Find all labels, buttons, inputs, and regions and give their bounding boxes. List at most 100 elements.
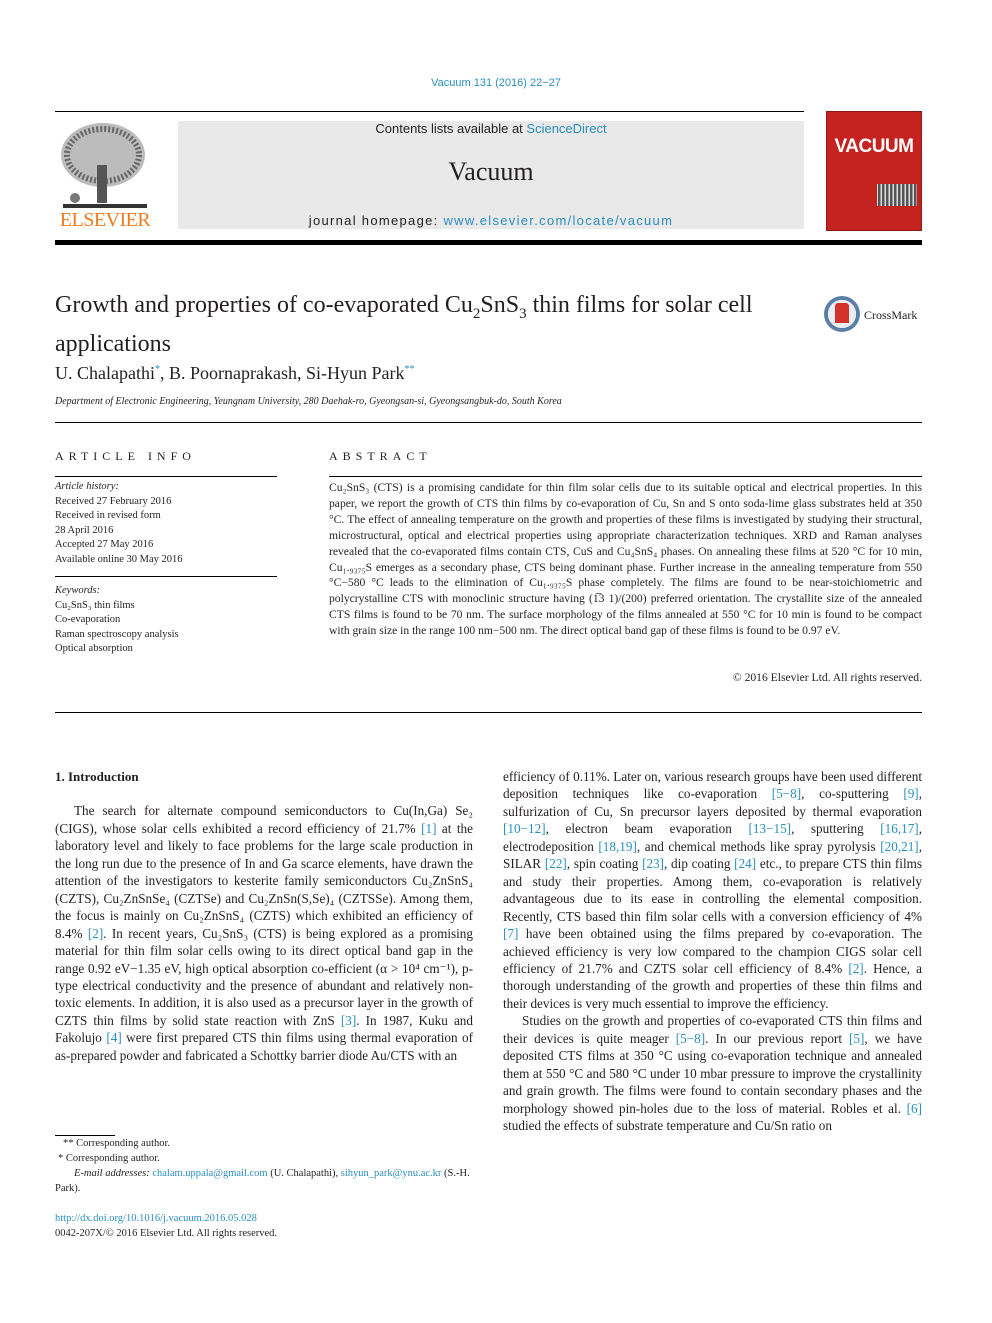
citation-link[interactable]: [16,17] xyxy=(880,821,918,836)
tree-logo-icon xyxy=(61,123,147,208)
elsevier-logo: ELSEVIER xyxy=(55,120,155,232)
body-text: , dip coating xyxy=(664,856,735,872)
keywords: Keywords: Cu₂SnS₃ thin films Co-evaporat… xyxy=(55,584,277,657)
history-item: Received 27 February 2016 xyxy=(55,495,172,507)
contents-prefix: Contents lists available at xyxy=(375,121,527,136)
header-rule xyxy=(55,111,804,112)
footnote: * Corresponding author. xyxy=(58,1153,160,1164)
title-subscript: 3 xyxy=(519,305,527,322)
crossmark-button[interactable]: CrossMark xyxy=(824,296,924,334)
history-label: Article history: xyxy=(55,481,119,492)
citation-link[interactable]: [22] xyxy=(545,856,567,871)
citation-link[interactable]: [3] xyxy=(341,1013,356,1028)
citation-link[interactable]: [5] xyxy=(849,1031,864,1046)
citation-link[interactable]: [13−15] xyxy=(748,821,791,836)
body-text: at the laboratory level and likely to fa… xyxy=(55,820,473,941)
citation-link[interactable]: [24] xyxy=(734,856,756,871)
title-text: SnS xyxy=(480,292,520,318)
divider xyxy=(329,476,922,477)
email-link[interactable]: chalam.uppala@gmail.com xyxy=(152,1168,267,1179)
citation-link[interactable]: [18,19] xyxy=(598,839,636,854)
email-footnote: E-mail addresses: chalam.uppala@gmail.co… xyxy=(55,1166,475,1196)
citation-link[interactable]: [2] xyxy=(848,961,863,976)
homepage-line: journal homepage: www.elsevier.com/locat… xyxy=(178,213,804,228)
body-text: . In our previous report xyxy=(705,1030,850,1046)
citation-link[interactable]: [1] xyxy=(421,821,436,836)
footnote: ** Corresponding author. xyxy=(63,1138,171,1149)
journal-citation-link[interactable]: Vacuum 131 (2016) 22−27 xyxy=(0,77,992,89)
email-label: E-mail addresses: xyxy=(74,1168,153,1179)
section-heading: 1. Introduction xyxy=(55,769,139,784)
citation-link[interactable]: [10−12] xyxy=(503,821,546,836)
keywords-label: Keywords: xyxy=(55,585,101,596)
email-owner: (U. Chalapathi), xyxy=(267,1168,341,1179)
article-title: Growth and properties of co-evaporated C… xyxy=(55,290,805,359)
divider xyxy=(55,576,277,577)
citation-link[interactable]: [6] xyxy=(907,1101,922,1116)
homepage-link[interactable]: www.elsevier.com/locate/vacuum xyxy=(443,213,673,228)
abstract-heading: ABSTRACT xyxy=(329,449,432,463)
author-name: Si-Hyun Park xyxy=(305,363,405,383)
doi-link[interactable]: http://dx.doi.org/10.1016/j.vacuum.2016.… xyxy=(55,1211,475,1226)
author-separator: , xyxy=(159,363,169,383)
citation-link[interactable]: [2] xyxy=(88,926,103,941)
body-text: studied the effects of substrate tempera… xyxy=(503,1118,832,1134)
body-column-right: efficiency of 0.11%. Later on, various r… xyxy=(503,768,922,1135)
sciencedirect-link[interactable]: ScienceDirect xyxy=(526,121,606,136)
publisher-name: ELSEVIER xyxy=(59,209,151,231)
history-item: Available online 30 May 2016 xyxy=(55,553,183,565)
crossmark-label: CrossMark xyxy=(864,308,918,322)
body-text: , and chemical methods like spray pyroly… xyxy=(636,838,881,854)
citation-link[interactable]: [5−8] xyxy=(676,1031,705,1046)
cover-title: VACUUM xyxy=(834,136,914,157)
keyword-item: Co-evaporation xyxy=(55,614,121,625)
body-text: The search for alternate compound semico… xyxy=(55,803,473,836)
history-item: 28 April 2016 xyxy=(55,524,114,536)
homepage-prefix: journal homepage: xyxy=(308,213,444,228)
author-name: B. Poornaprakash xyxy=(168,363,297,383)
issn-copyright: 0042-207X/© 2016 Elsevier Ltd. All right… xyxy=(55,1228,278,1239)
article-history: Article history: Received 27 February 20… xyxy=(55,480,277,567)
divider xyxy=(55,422,922,423)
divider xyxy=(55,476,277,477)
doi-block: http://dx.doi.org/10.1016/j.vacuum.2016.… xyxy=(55,1211,475,1241)
citation-link[interactable]: [7] xyxy=(503,926,518,941)
header-thick-rule xyxy=(55,240,922,245)
body-text: , co-sputtering xyxy=(801,786,904,802)
journal-header-box: Contents lists available at ScienceDirec… xyxy=(178,121,804,229)
citation-link[interactable]: [5−8] xyxy=(772,786,801,801)
email-link[interactable]: sihyun_park@ynu.ac.kr xyxy=(341,1168,442,1179)
journal-name: Vacuum xyxy=(448,157,534,186)
citation-link[interactable]: [23] xyxy=(642,856,664,871)
abstract-body: Cu₂SnS₃ (CTS) is a promising candidate f… xyxy=(329,481,922,638)
citation-link[interactable]: [20,21] xyxy=(880,839,918,854)
intro-paragraph: Studies on the growth and properties of … xyxy=(503,1012,922,1134)
cover-image xyxy=(877,184,917,206)
article-info-heading: ARTICLE INFO xyxy=(55,449,196,463)
intro-paragraph: The search for alternate compound semico… xyxy=(55,802,473,1064)
author-name: U. Chalapathi xyxy=(55,363,155,383)
journal-cover-thumbnail: VACUUM xyxy=(826,111,922,231)
keyword-item: Raman spectroscopy analysis xyxy=(55,628,179,640)
body-text: , spin coating xyxy=(566,856,643,872)
footnotes: ** Corresponding author. * Corresponding… xyxy=(55,1136,475,1196)
keyword-item: Cu₂SnS₃ thin films xyxy=(55,599,135,611)
crossmark-icon xyxy=(824,296,860,332)
intro-paragraph-continued: efficiency of 0.11%. Later on, various r… xyxy=(503,768,922,1012)
history-item: Received in revised form xyxy=(55,510,161,521)
divider xyxy=(55,712,922,713)
history-item: Accepted 27 May 2016 xyxy=(55,539,154,550)
body-text: , electron beam evaporation xyxy=(545,821,749,837)
affiliation: Department of Electronic Engineering, Ye… xyxy=(55,396,562,407)
citation-link[interactable]: [4] xyxy=(106,1030,121,1045)
keyword-item: Optical absorption xyxy=(55,643,133,654)
title-text: Growth and properties of co-evaporated C… xyxy=(55,292,473,318)
abstract-copyright: © 2016 Elsevier Ltd. All rights reserved… xyxy=(732,671,922,684)
contents-line: Contents lists available at ScienceDirec… xyxy=(178,121,804,136)
citation-link[interactable]: [9] xyxy=(903,786,918,801)
author-footnote-mark[interactable]: ** xyxy=(404,364,414,375)
author-separator: , xyxy=(296,363,306,383)
body-column-left: 1. Introduction The search for alternate… xyxy=(55,768,473,1064)
body-text: , sputtering xyxy=(791,821,881,837)
author-list: U. Chalapathi*, B. Poornaprakash, Si-Hyu… xyxy=(55,363,414,384)
